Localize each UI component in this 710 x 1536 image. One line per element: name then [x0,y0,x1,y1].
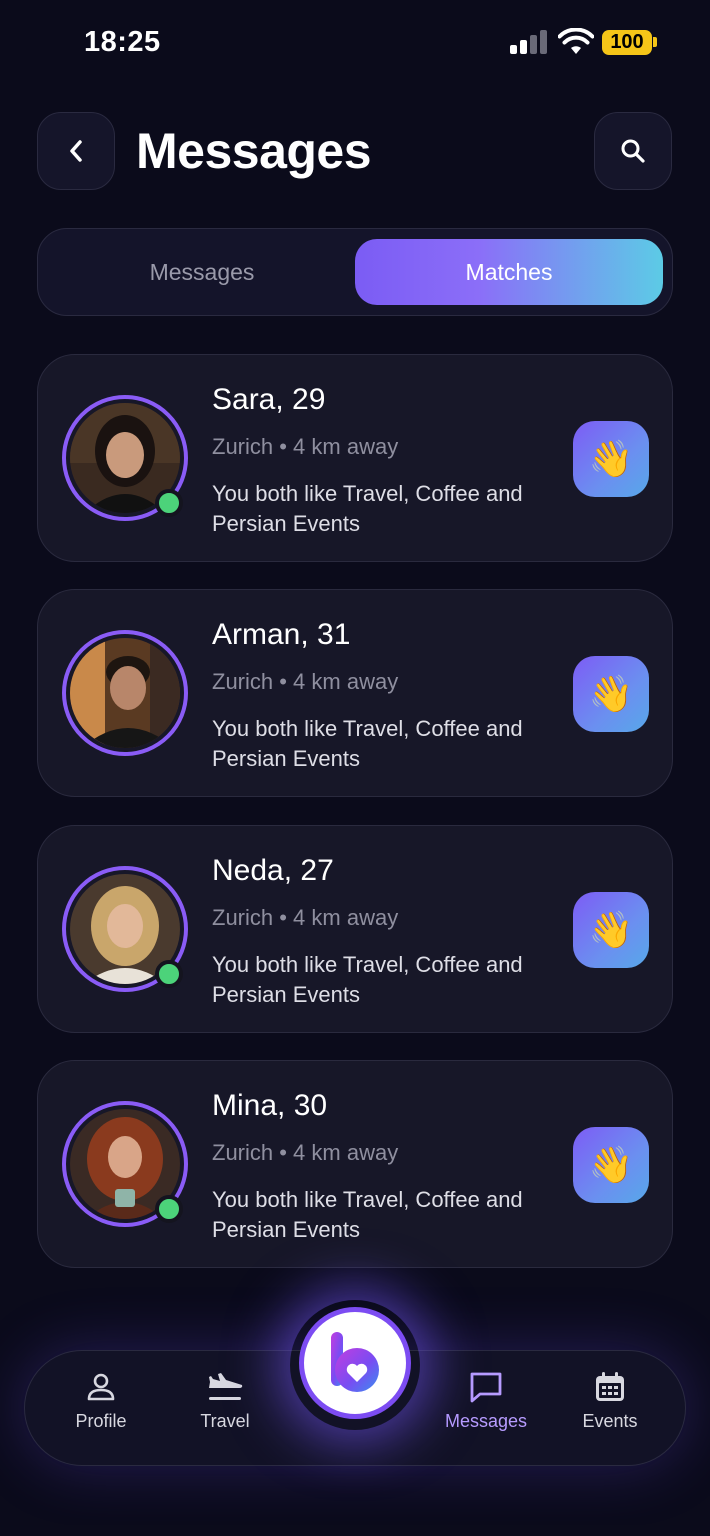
chevron-left-icon [70,140,82,162]
page-title: Messages [136,123,372,179]
match-location: Zurich • 4 km away [212,669,399,694]
nav-messages-label: Messages [444,1411,528,1431]
match-interests: You both like Travel, Coffee and Persian… [212,952,523,1007]
person-icon [87,1373,115,1401]
waving-hand-icon: 👋 [588,909,634,950]
app-logo-heart-icon [331,1332,379,1392]
avatar[interactable] [62,630,188,756]
nav-travel-label: Travel [200,1411,250,1431]
match-location: Zurich • 4 km away [212,1140,399,1165]
waving-hand-icon: 👋 [588,673,634,714]
wave-button[interactable]: 👋 [573,892,649,968]
tab-messages[interactable]: Messages [48,239,356,305]
back-button[interactable] [37,112,115,190]
wave-button[interactable]: 👋 [573,421,649,497]
match-interests: You both like Travel, Coffee and Persian… [212,716,523,771]
chat-bubble-icon [470,1372,502,1403]
status-time: 18:25 [84,26,161,58]
match-interests: You both like Travel, Coffee and Persian… [212,481,523,536]
wave-button[interactable]: 👋 [573,1127,649,1203]
online-indicator [155,1195,183,1223]
battery-indicator: 100 [602,30,652,55]
nav-travel[interactable]: Travel [170,1371,280,1432]
match-name: Sara, 29 [212,383,326,416]
nav-events[interactable]: Events [555,1371,665,1432]
match-name: Neda, 27 [212,854,334,887]
nav-messages[interactable]: Messages [431,1371,541,1432]
waving-hand-icon: 👋 [588,438,634,479]
nav-events-label: Events [582,1411,638,1431]
nav-profile[interactable]: Profile [46,1371,156,1432]
online-indicator [155,489,183,517]
waving-hand-icon: 👋 [588,1144,634,1185]
avatar-photo [70,638,180,748]
tab-matches[interactable]: Matches [355,239,663,305]
match-interests: You both like Travel, Coffee and Persian… [212,1187,523,1242]
match-location: Zurich • 4 km away [212,434,399,459]
match-location: Zurich • 4 km away [212,905,399,930]
online-indicator [155,960,183,988]
match-name: Arman, 31 [212,618,351,651]
search-button[interactable] [594,112,672,190]
search-icon [621,139,645,163]
battery-nub [653,37,657,47]
cellular-signal-icon [510,30,548,54]
wifi-icon [558,28,594,54]
status-bar: 18:25 100 [0,0,710,86]
match-card[interactable]: Sara, 29 Zurich • 4 km away You both lik… [37,354,673,562]
calendar-icon [596,1372,624,1401]
match-name: Mina, 30 [212,1089,328,1122]
wave-button[interactable]: 👋 [573,656,649,732]
match-card[interactable]: Neda, 27 Zurich • 4 km away You both lik… [37,825,673,1033]
center-home-button[interactable] [299,1307,411,1419]
nav-profile-label: Profile [75,1411,127,1431]
match-card[interactable]: Arman, 31 Zurich • 4 km away You both li… [37,589,673,797]
segmented-control: Messages Matches [37,228,673,316]
match-card[interactable]: Mina, 30 Zurich • 4 km away You both lik… [37,1060,673,1268]
airplane-icon [209,1373,243,1400]
